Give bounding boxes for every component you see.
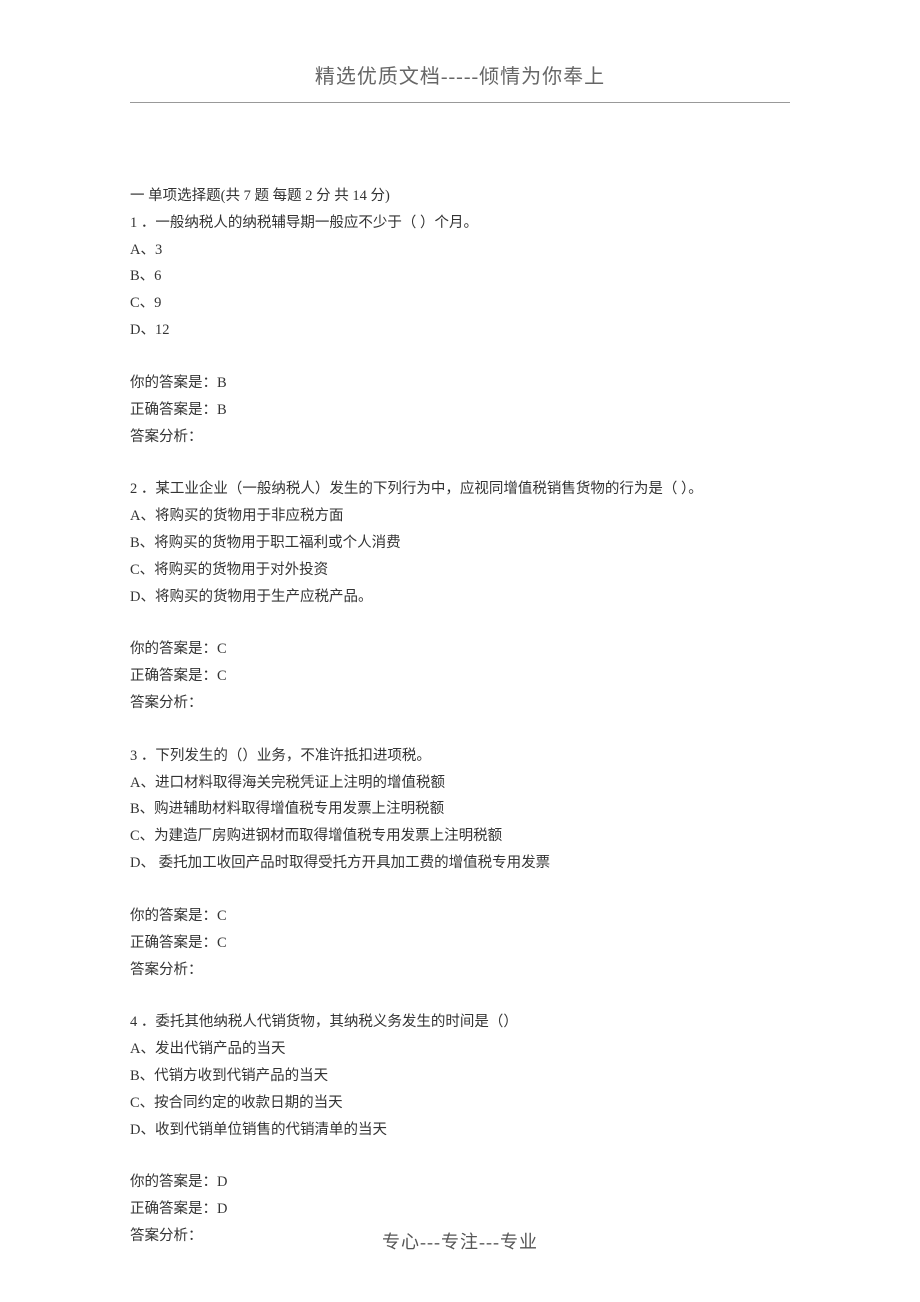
question-1-answer: 你的答案是：B 正确答案是：B 答案分析： [130, 370, 790, 450]
section-header: 一 单项选择题(共 7 题 每题 2 分 共 14 分) [130, 183, 790, 210]
question-1: 1 ．一般纳税人的纳税辅导期一般应不少于（ ）个月。 A、3 B、6 C、9 D… [130, 210, 790, 344]
question-2-option-b: B、将购买的货物用于职工福利或个人消费 [130, 530, 790, 557]
question-3-your-answer: 你的答案是：C [130, 903, 790, 930]
question-1-analysis: 答案分析： [130, 424, 790, 451]
question-2-option-c: C、将购买的货物用于对外投资 [130, 557, 790, 584]
page-container: 精选优质文档-----倾情为你奉上 一 单项选择题(共 7 题 每题 2 分 共… [0, 0, 920, 1290]
question-1-option-c: C、9 [130, 290, 790, 317]
question-2-option-a: A、将购买的货物用于非应税方面 [130, 503, 790, 530]
content-body: 一 单项选择题(共 7 题 每题 2 分 共 14 分) 1 ．一般纳税人的纳税… [130, 183, 790, 1250]
question-4: 4 ．委托其他纳税人代销货物，其纳税义务发生的时间是（） A、发出代销产品的当天… [130, 1009, 790, 1143]
question-1-option-d: D、12 [130, 317, 790, 344]
question-3-answer: 你的答案是：C 正确答案是：C 答案分析： [130, 903, 790, 983]
question-1-option-b: B、6 [130, 263, 790, 290]
question-4-option-a: A、发出代销产品的当天 [130, 1036, 790, 1063]
page-header: 精选优质文档-----倾情为你奉上 [130, 60, 790, 92]
question-3-stem: 3 ．下列发生的（）业务，不准许抵扣进项税。 [130, 743, 790, 770]
question-2-correct-answer: 正确答案是：C [130, 663, 790, 690]
question-2: 2 ．某工业企业（一般纳税人）发生的下列行为中，应视同增值税销售货物的行为是（ … [130, 476, 790, 610]
question-3-option-b: B、购进辅助材料取得增值税专用发票上注明税额 [130, 796, 790, 823]
question-3-correct-answer: 正确答案是：C [130, 930, 790, 957]
page-footer: 专心---专注---专业 [0, 1228, 920, 1254]
question-3-option-d: D、 委托加工收回产品时取得受托方开具加工费的增值税专用发票 [130, 850, 790, 877]
footer-text: 专心---专注---专业 [382, 1232, 538, 1252]
question-4-option-d: D、收到代销单位销售的代销清单的当天 [130, 1117, 790, 1144]
question-4-option-c: C、按合同约定的收款日期的当天 [130, 1090, 790, 1117]
question-3: 3 ．下列发生的（）业务，不准许抵扣进项税。 A、进口材料取得海关完税凭证上注明… [130, 743, 790, 877]
question-3-option-c: C、为建造厂房购进钢材而取得增值税专用发票上注明税额 [130, 823, 790, 850]
question-3-analysis: 答案分析： [130, 957, 790, 984]
question-4-option-b: B、代销方收到代销产品的当天 [130, 1063, 790, 1090]
question-1-correct-answer: 正确答案是：B [130, 397, 790, 424]
question-1-option-a: A、3 [130, 237, 790, 264]
question-1-stem: 1 ．一般纳税人的纳税辅导期一般应不少于（ ）个月。 [130, 210, 790, 237]
header-divider [130, 102, 790, 103]
question-2-stem: 2 ．某工业企业（一般纳税人）发生的下列行为中，应视同增值税销售货物的行为是（ … [130, 476, 790, 503]
question-2-answer: 你的答案是：C 正确答案是：C 答案分析： [130, 636, 790, 716]
question-3-option-a: A、进口材料取得海关完税凭证上注明的增值税额 [130, 770, 790, 797]
header-title: 精选优质文档-----倾情为你奉上 [130, 60, 790, 92]
question-1-your-answer: 你的答案是：B [130, 370, 790, 397]
question-4-correct-answer: 正确答案是：D [130, 1196, 790, 1223]
question-4-your-answer: 你的答案是：D [130, 1169, 790, 1196]
question-2-option-d: D、将购买的货物用于生产应税产品。 [130, 584, 790, 611]
question-2-your-answer: 你的答案是：C [130, 636, 790, 663]
question-2-analysis: 答案分析： [130, 690, 790, 717]
question-4-stem: 4 ．委托其他纳税人代销货物，其纳税义务发生的时间是（） [130, 1009, 790, 1036]
